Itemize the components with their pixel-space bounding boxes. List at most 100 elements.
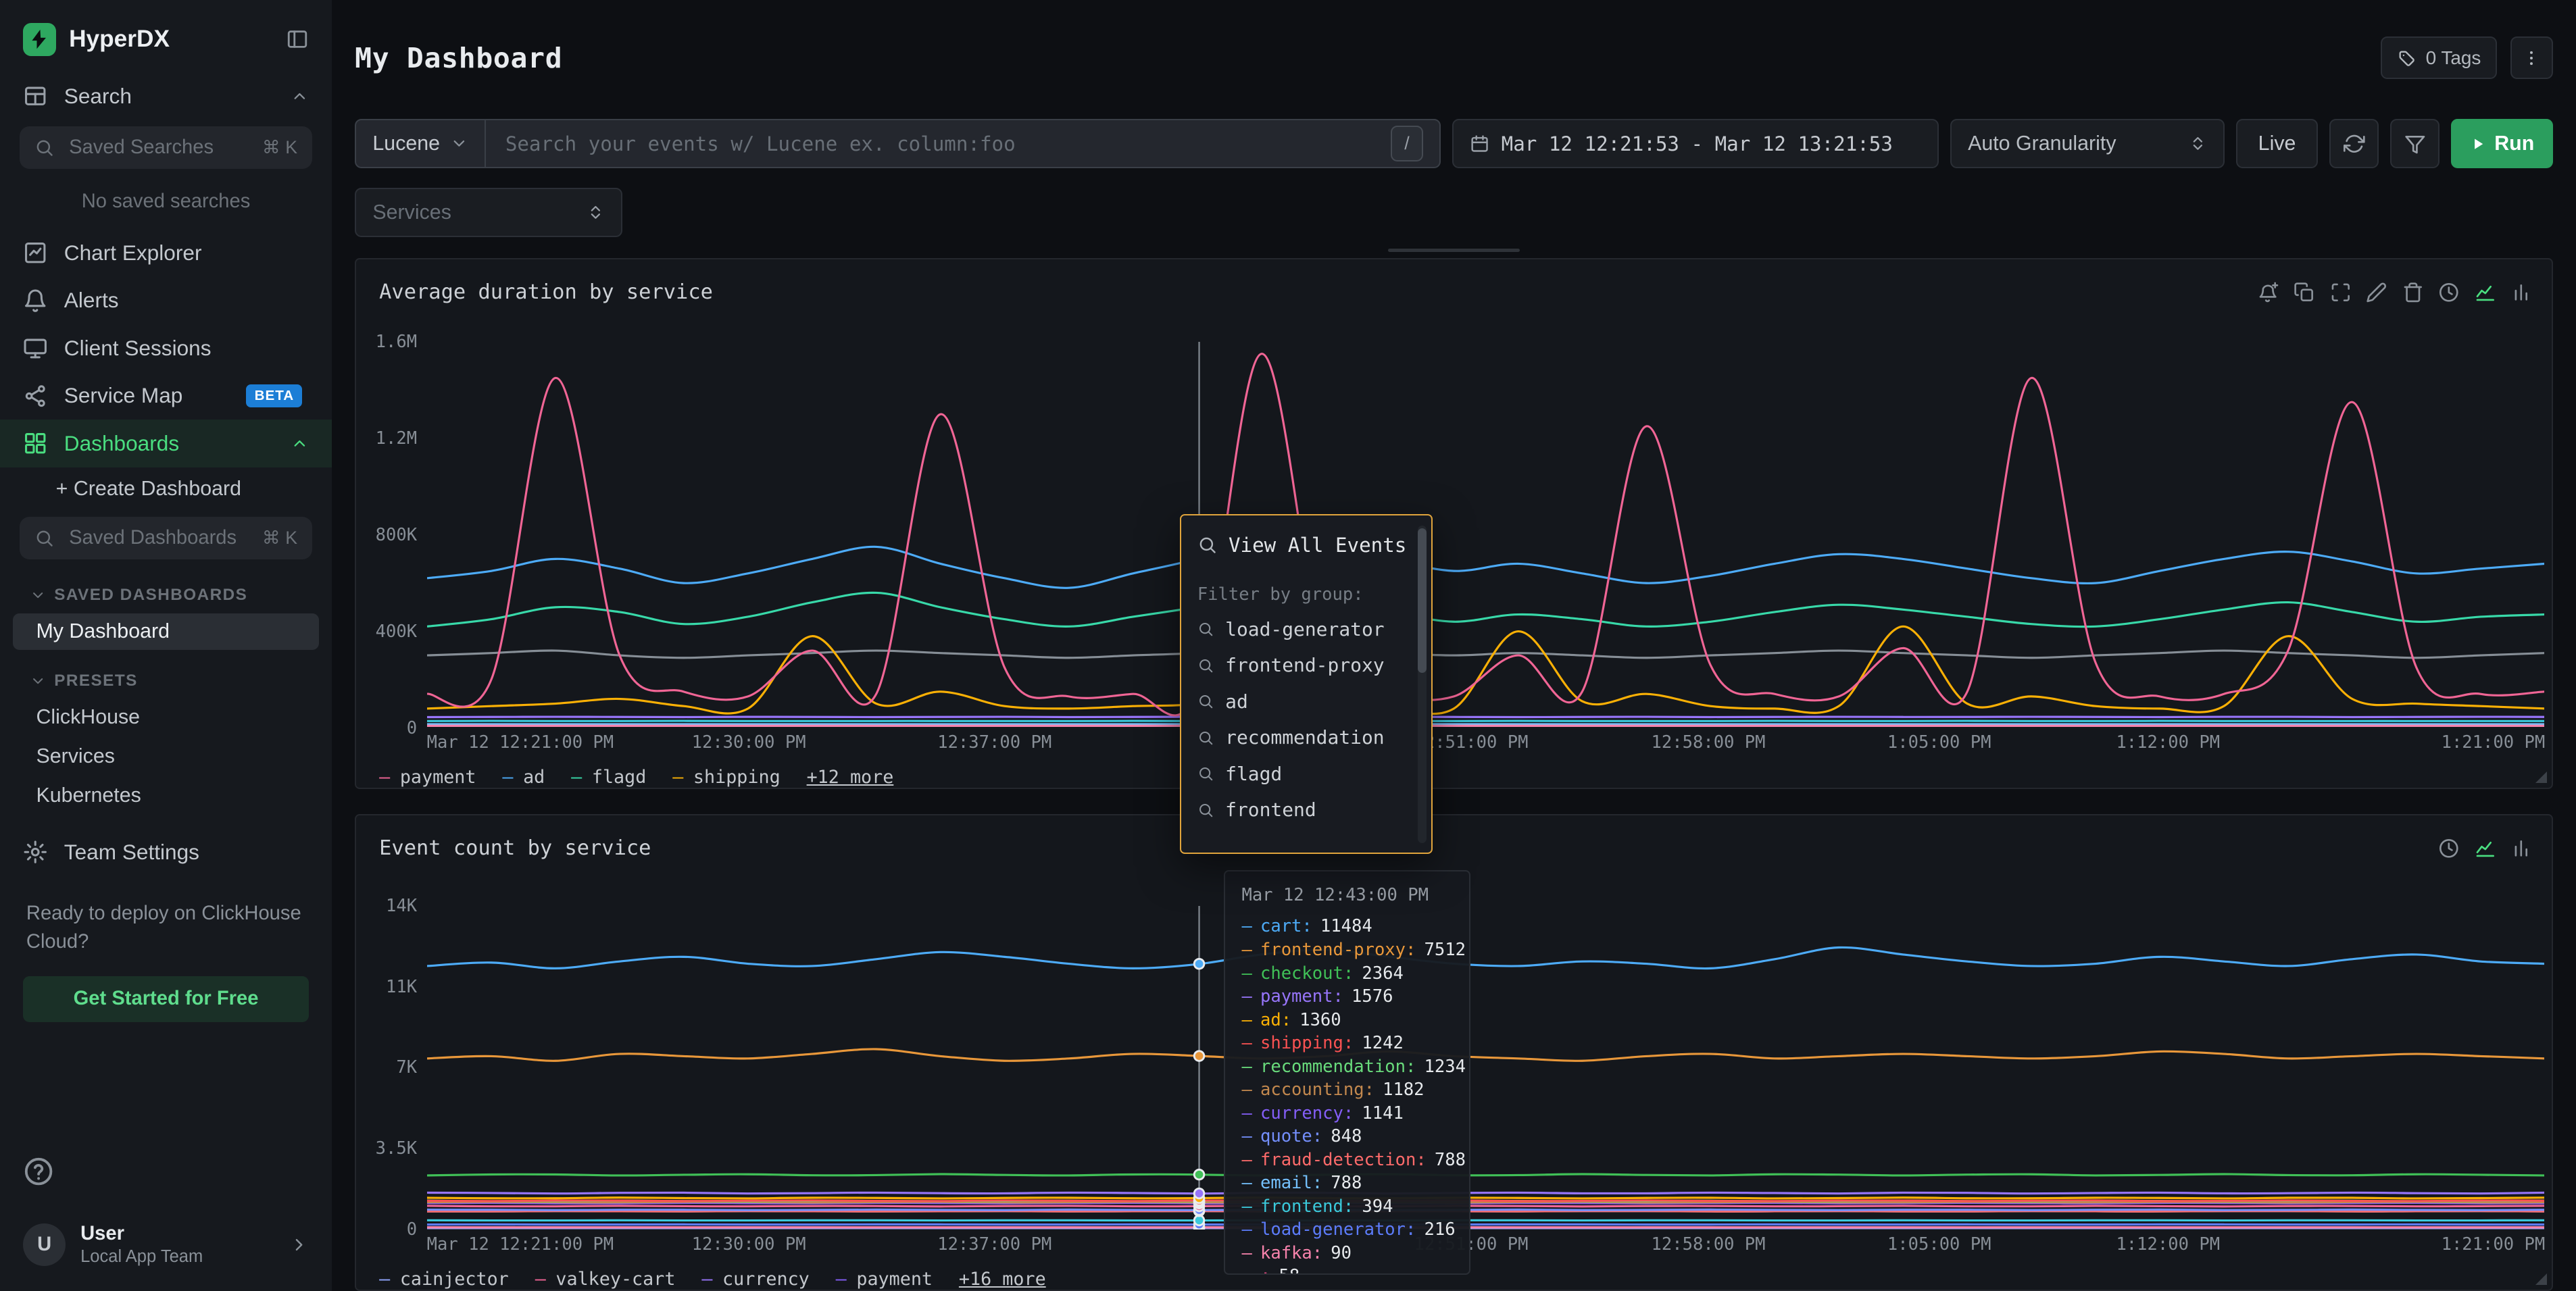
presets-section-header[interactable]: PRESETS xyxy=(0,664,332,697)
sidebar-header: HyperDX xyxy=(0,16,332,72)
saved-dashboards-search[interactable]: ⌘ K xyxy=(20,517,312,559)
series-line-cart xyxy=(427,947,2545,968)
y-axis-label: 400K xyxy=(376,622,417,642)
shortcut-hint: ⌘ K xyxy=(262,137,297,158)
legend-more-link[interactable]: +12 more xyxy=(807,767,894,788)
preset-clickhouse[interactable]: ClickHouse xyxy=(13,699,318,734)
duplicate-icon[interactable] xyxy=(2294,282,2315,303)
dashboard-menu-button[interactable] xyxy=(2510,36,2553,79)
x-axis-label: 1:21:00 PM xyxy=(2442,732,2546,753)
sidebar-item-client-sessions[interactable]: Client Sessions xyxy=(0,324,332,372)
view-all-events-item[interactable]: View All Events xyxy=(1181,515,1431,565)
popup-filter-item[interactable]: ad xyxy=(1181,684,1431,719)
refresh-button[interactable] xyxy=(2329,119,2379,168)
delete-icon[interactable] xyxy=(2402,282,2424,303)
sidebar-item-team-settings[interactable]: Team Settings xyxy=(0,828,332,876)
saved-searches-search[interactable]: ⌘ K xyxy=(20,126,312,169)
search-section-icon xyxy=(23,84,47,108)
bar-chart-toggle-icon[interactable] xyxy=(2510,282,2532,303)
query-language-select[interactable]: Lucene xyxy=(356,120,486,167)
series-line-valkey-cart xyxy=(427,1206,2545,1207)
popup-scrollbar-thumb[interactable] xyxy=(1418,528,1426,673)
series-color-dash: — xyxy=(1241,1171,1252,1195)
preset-kubernetes[interactable]: Kubernetes xyxy=(13,778,318,813)
sidebar-item-dashboards[interactable]: Dashboards xyxy=(0,420,332,467)
get-started-button[interactable]: Get Started for Free xyxy=(23,976,309,1022)
help-icon[interactable] xyxy=(23,1156,56,1189)
saved-dashboard-my-dashboard[interactable]: My Dashboard xyxy=(13,613,318,649)
time-icon[interactable] xyxy=(2438,282,2460,303)
series-line-unlabeled xyxy=(427,648,2545,657)
legend-more-link[interactable]: +16 more xyxy=(959,1269,1046,1290)
legend-item[interactable]: —payment xyxy=(836,1269,933,1290)
sidebar-item-chart-explorer[interactable]: Chart Explorer xyxy=(0,229,332,277)
saved-searches-input[interactable] xyxy=(66,135,251,161)
x-axis-label: 1:12:00 PM xyxy=(2116,1234,2220,1255)
line-chart-toggle-icon[interactable] xyxy=(2475,838,2496,859)
panel-average-duration: Average duration by service 0400K800K1.2… xyxy=(355,258,2553,789)
chart-plot-area[interactable]: 0400K800K1.2M1.6M xyxy=(427,342,2546,728)
line-chart-toggle-icon[interactable] xyxy=(2475,282,2496,303)
page-title: My Dashboard xyxy=(355,42,2381,74)
popup-scrollbar[interactable] xyxy=(1418,526,1426,843)
y-axis-label: 11K xyxy=(386,977,417,997)
create-dashboard-button[interactable]: + Create Dashboard xyxy=(0,467,332,510)
series-value: 394 xyxy=(1362,1195,1393,1219)
popup-filter-item[interactable]: flagd xyxy=(1181,756,1431,792)
user-menu[interactable]: U User Local App Team xyxy=(0,1205,332,1291)
preset-services[interactable]: Services xyxy=(13,738,318,774)
legend-item[interactable]: —valkey-cart xyxy=(535,1269,676,1290)
search-icon xyxy=(1197,802,1214,818)
series-color-dash: — xyxy=(535,1269,546,1290)
legend-item[interactable]: —currency xyxy=(701,1269,809,1290)
crosshair-dot xyxy=(1194,1050,1204,1061)
event-search-input[interactable] xyxy=(502,130,1378,157)
series-color-dash: — xyxy=(1241,1125,1252,1148)
sidebar-section-search[interactable]: Search xyxy=(0,72,332,120)
time-icon[interactable] xyxy=(2438,838,2460,859)
popup-filter-item[interactable]: frontend-proxy xyxy=(1181,647,1431,683)
x-axis-label: 12:30:00 PM xyxy=(692,732,806,753)
live-button[interactable]: Live xyxy=(2236,119,2319,168)
saved-dashboards-section-header[interactable]: SAVED DASHBOARDS xyxy=(0,579,332,612)
bar-chart-toggle-icon[interactable] xyxy=(2510,838,2532,859)
sidebar-item-service-map[interactable]: Service Map BETA xyxy=(0,372,332,420)
panel-resize-handle[interactable] xyxy=(2535,1273,2547,1285)
tag-icon xyxy=(2397,49,2416,68)
tags-button[interactable]: 0 Tags xyxy=(2381,36,2497,79)
series-color-dash: — xyxy=(672,767,683,788)
popup-filter-item[interactable]: frontend xyxy=(1181,792,1431,828)
legend-item[interactable]: —flagd xyxy=(571,767,646,788)
chart-plot-area[interactable]: 03.5K7K11K14K xyxy=(427,906,2546,1230)
sidebar-collapse-icon[interactable] xyxy=(286,28,309,51)
add-alert-icon[interactable] xyxy=(2258,282,2279,303)
popup-filter-item[interactable]: recommendation xyxy=(1181,719,1431,755)
sidebar-item-alerts[interactable]: Alerts xyxy=(0,277,332,325)
panel-resize-handle[interactable] xyxy=(2535,771,2547,783)
tooltip-series-row: —frontend-proxy:7512 xyxy=(1241,938,1452,962)
y-axis-label: 800K xyxy=(376,525,417,545)
maximize-icon[interactable] xyxy=(2330,282,2352,303)
edit-icon[interactable] xyxy=(2366,282,2387,303)
panel-drag-handle[interactable] xyxy=(1388,249,1519,251)
legend-item[interactable]: —ad xyxy=(502,767,545,788)
granularity-label: Auto Granularity xyxy=(1968,132,2116,155)
popup-filter-item[interactable]: load-generator xyxy=(1181,611,1431,647)
legend-item[interactable]: —shipping xyxy=(672,767,780,788)
legend-item[interactable]: —payment xyxy=(379,767,476,788)
tooltip-series-row: —accounting:1182 xyxy=(1241,1078,1452,1102)
x-axis-label: 12:37:00 PM xyxy=(937,732,1051,753)
legend-item[interactable]: —cainjector xyxy=(379,1269,509,1290)
saved-dashboards-input[interactable] xyxy=(66,525,251,551)
date-range-picker[interactable]: Mar 12 12:21:53 - Mar 12 13:21:53 xyxy=(1452,119,1939,168)
search-icon xyxy=(1197,730,1214,746)
search-icon xyxy=(1197,693,1214,709)
tooltip-series-row: —load-generator:216 xyxy=(1241,1218,1452,1242)
series-color-dash: — xyxy=(1241,1102,1252,1125)
granularity-select[interactable]: Auto Granularity xyxy=(1950,119,2225,168)
query-language-label: Lucene xyxy=(372,132,440,155)
filter-button[interactable] xyxy=(2390,119,2439,168)
refresh-icon xyxy=(2344,133,2365,155)
services-filter-select[interactable]: Services xyxy=(355,188,622,237)
run-button[interactable]: Run xyxy=(2451,119,2553,168)
